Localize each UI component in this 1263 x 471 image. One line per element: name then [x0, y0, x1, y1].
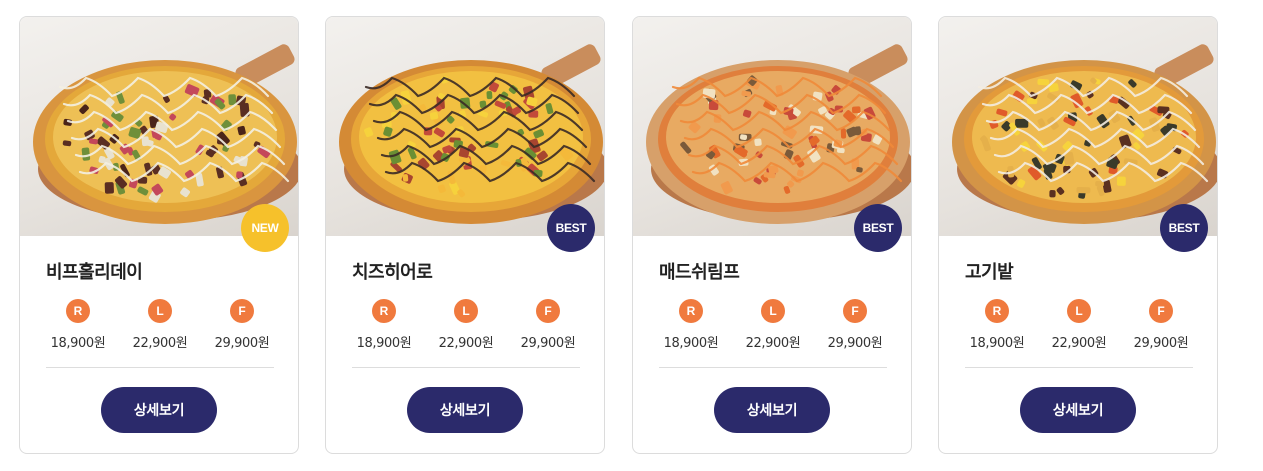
- price-large: L 22,900원: [1047, 299, 1111, 351]
- price-amount: 18,900원: [969, 336, 1025, 351]
- topping: [402, 174, 409, 182]
- product-card[interactable]: BEST 매드쉬림프 R 18,900원 L 22,900원 F 29,900원…: [632, 16, 912, 454]
- price-family: F 29,900원: [823, 299, 887, 351]
- topping: [104, 182, 114, 194]
- best-badge: BEST: [854, 204, 902, 252]
- topping: [1027, 98, 1038, 105]
- price-amount: 22,900원: [745, 336, 801, 351]
- price-family: F 29,900원: [516, 299, 580, 351]
- topping: [1037, 78, 1050, 86]
- size-f-icon: F: [230, 299, 254, 323]
- best-badge: BEST: [1160, 204, 1208, 252]
- price-amount: 29,900원: [214, 336, 270, 351]
- new-badge: NEW: [241, 204, 289, 252]
- topping: [236, 171, 243, 179]
- pizza-illustration: [339, 44, 604, 224]
- product-name[interactable]: 치즈히어로: [352, 258, 433, 284]
- topping: [1076, 187, 1091, 194]
- pizza-illustration: [33, 44, 298, 224]
- price-list: R 18,900원 L 22,900원 F 29,900원: [659, 299, 887, 351]
- pizza-photo[interactable]: [633, 17, 911, 236]
- price-amount: 18,900원: [356, 336, 412, 351]
- price-amount: 22,900원: [1051, 336, 1107, 351]
- pizza-photo[interactable]: [939, 17, 1217, 236]
- size-f-icon: F: [843, 299, 867, 323]
- pizza-photo[interactable]: [326, 17, 604, 236]
- price-amount: 29,900원: [1133, 336, 1189, 351]
- divider: [352, 367, 580, 368]
- detail-button[interactable]: 상세보기: [714, 387, 830, 433]
- size-l-icon: L: [148, 299, 172, 323]
- topping: [141, 136, 150, 147]
- divider: [965, 367, 1193, 368]
- topping: [228, 94, 237, 106]
- price-amount: 22,900원: [438, 336, 494, 351]
- pizza-photo[interactable]: [20, 17, 298, 236]
- price-large: L 22,900원: [128, 299, 192, 351]
- size-l-icon: L: [761, 299, 785, 323]
- price-large: L 22,900원: [434, 299, 498, 351]
- price-amount: 29,900원: [520, 336, 576, 351]
- topping: [1015, 118, 1029, 128]
- price-regular: R 18,900원: [659, 299, 723, 351]
- divider: [659, 367, 887, 368]
- size-f-icon: F: [536, 299, 560, 323]
- price-regular: R 18,900원: [965, 299, 1029, 351]
- product-name[interactable]: 매드쉬림프: [659, 258, 740, 284]
- detail-button[interactable]: 상세보기: [1020, 387, 1136, 433]
- price-regular: R 18,900원: [352, 299, 416, 351]
- price-amount: 22,900원: [132, 336, 188, 351]
- price-regular: R 18,900원: [46, 299, 110, 351]
- detail-button[interactable]: 상세보기: [407, 387, 523, 433]
- price-amount: 29,900원: [827, 336, 883, 351]
- pizza-illustration: [952, 44, 1217, 224]
- divider: [46, 367, 274, 368]
- size-r-icon: R: [66, 299, 90, 323]
- size-l-icon: L: [1067, 299, 1091, 323]
- size-l-icon: L: [454, 299, 478, 323]
- pizza-illustration: [646, 44, 911, 224]
- price-amount: 18,900원: [50, 336, 106, 351]
- product-name[interactable]: 비프홀리데이: [46, 258, 143, 284]
- price-large: L 22,900원: [741, 299, 805, 351]
- detail-button[interactable]: 상세보기: [101, 387, 217, 433]
- best-badge: BEST: [547, 204, 595, 252]
- size-r-icon: R: [679, 299, 703, 323]
- product-list: NEW 비프홀리데이 R 18,900원 L 22,900원 F 29,900원…: [0, 0, 1263, 471]
- price-family: F 29,900원: [210, 299, 274, 351]
- price-family: F 29,900원: [1129, 299, 1193, 351]
- size-r-icon: R: [372, 299, 396, 323]
- product-card[interactable]: NEW 비프홀리데이 R 18,900원 L 22,900원 F 29,900원…: [19, 16, 299, 454]
- price-list: R 18,900원 L 22,900원 F 29,900원: [965, 299, 1193, 351]
- topping: [1116, 176, 1126, 186]
- price-amount: 18,900원: [663, 336, 719, 351]
- topping: [840, 128, 847, 139]
- size-f-icon: F: [1149, 299, 1173, 323]
- product-card[interactable]: BEST 고기밭 R 18,900원 L 22,900원 F 29,900원 상…: [938, 16, 1218, 454]
- topping: [754, 138, 762, 147]
- topping: [486, 90, 493, 100]
- price-list: R 18,900원 L 22,900원 F 29,900원: [46, 299, 274, 351]
- price-list: R 18,900원 L 22,900원 F 29,900원: [352, 299, 580, 351]
- product-card[interactable]: BEST 치즈히어로 R 18,900원 L 22,900원 F 29,900원…: [325, 16, 605, 454]
- topping: [1049, 190, 1056, 198]
- topping: [851, 106, 861, 114]
- product-name[interactable]: 고기밭: [965, 258, 1014, 284]
- size-r-icon: R: [985, 299, 1009, 323]
